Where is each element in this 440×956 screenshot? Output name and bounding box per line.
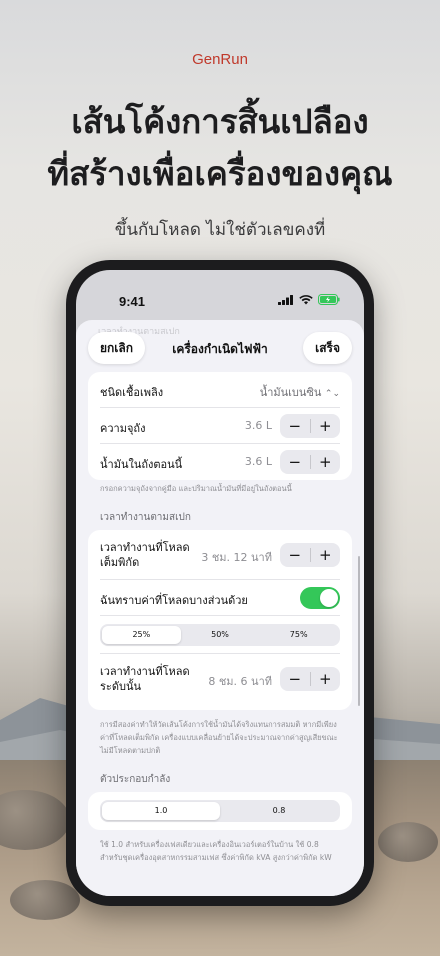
signal-icon	[278, 294, 293, 305]
headline-line-2: ที่สร้างเพื่อเครื่องของคุณ	[47, 154, 393, 193]
scrollbar[interactable]	[358, 556, 360, 706]
sheet-navbar: ยกเลิก เครื่องกำเนิดไฟฟ้า เสร็จ	[76, 320, 364, 376]
power-factor-card: 1.0 0.8	[88, 792, 352, 830]
full-load-label-line-1: เวลาทำงานที่โหลด	[100, 541, 190, 554]
level-runtime-stepper[interactable]: − +	[280, 667, 340, 691]
fuel-type-value-text: น้ำมันเบนซิน	[259, 386, 322, 399]
full-load-row: เวลาทำงานที่โหลด เต็มพิกัด 3 ชม. 12 นาที…	[100, 530, 340, 580]
settings-sheet: เวลาทำงานตามสเปก ยกเลิก เครื่องกำเนิดไฟฟ…	[76, 320, 364, 896]
load-level-row: 25% 50% 75%	[100, 616, 340, 654]
full-load-label-line-2: เต็มพิกัด	[100, 556, 140, 569]
fuel-card: ชนิดเชื้อเพลิง น้ำมันเบนซิน ⌃⌄ ความจุถัง…	[88, 372, 352, 480]
background-rock	[10, 880, 80, 920]
minus-icon[interactable]: −	[280, 450, 310, 474]
tank-now-label: น้ำมันในถังตอนนี้	[100, 458, 183, 471]
fuel-footnote: กรอกความจุถังจากคู่มือ และปริมาณน้ำมันที…	[100, 484, 292, 493]
load-option-75[interactable]: 75%	[259, 626, 338, 644]
runtime-footnote: การมีสองค่าทำให้วัดเส้นโค้งการใช้น้ำมันไ…	[100, 720, 338, 755]
partial-load-toggle-label: ฉันทราบค่าที่โหลดบางส่วนด้วย	[100, 594, 248, 607]
tank-now-stepper[interactable]: − +	[280, 450, 340, 474]
level-runtime-label-line-2: ระดับนั้น	[100, 680, 141, 693]
pf-option-1-0[interactable]: 1.0	[102, 802, 220, 820]
background-rock	[378, 822, 438, 862]
subheadline: ขึ้นกับโหลด ไม่ใช่ตัวเลขคงที่	[114, 220, 326, 240]
pf-option-0-8[interactable]: 0.8	[220, 802, 338, 820]
power-factor-section-header: ตัวประกอบกำลัง	[100, 774, 171, 785]
phone-screen: 9:41 เวลาทำงานตามสเปก ยกเลิก เครื่องกำเน…	[76, 270, 364, 896]
status-icons	[278, 294, 340, 305]
tank-now-row: น้ำมันในถังตอนนี้ 3.6 L − +	[100, 444, 340, 480]
partial-load-toggle-row: ฉันทราบค่าที่โหลดบางส่วนด้วย	[100, 580, 340, 616]
full-load-label: เวลาทำงานที่โหลด เต็มพิกัด	[100, 540, 190, 570]
wifi-icon	[299, 294, 313, 304]
power-factor-footnote: ใช้ 1.0 สำหรับเครื่องเฟสเดียวและเครื่องอ…	[100, 840, 332, 862]
level-runtime-label: เวลาทำงานที่โหลด ระดับนั้น	[100, 664, 190, 694]
toggle-knob	[320, 589, 338, 607]
capacity-value: 3.6 L	[244, 419, 272, 432]
partial-load-toggle[interactable]	[300, 587, 340, 609]
runtime-section-header: เวลาทำงานตามสเปก	[100, 512, 191, 523]
load-level-segmented-control: 25% 50% 75%	[100, 624, 340, 646]
load-option-50[interactable]: 50%	[181, 626, 260, 644]
level-runtime-row: เวลาทำงานที่โหลด ระดับนั้น 8 ชม. 6 นาที …	[100, 654, 340, 704]
done-button[interactable]: เสร็จ	[303, 332, 352, 364]
load-option-25[interactable]: 25%	[102, 626, 181, 644]
fuel-type-value[interactable]: น้ำมันเบนซิน ⌃⌄	[260, 383, 340, 401]
phone-frame: 9:41 เวลาทำงานตามสเปก ยกเลิก เครื่องกำเน…	[66, 260, 374, 906]
chevron-updown-icon: ⌃⌄	[324, 389, 340, 399]
plus-icon[interactable]: +	[311, 414, 341, 438]
plus-icon[interactable]: +	[311, 543, 341, 567]
tank-now-value: 3.6 L	[244, 455, 272, 468]
fuel-type-row[interactable]: ชนิดเชื้อเพลิง น้ำมันเบนซิน ⌃⌄	[100, 372, 340, 408]
capacity-row: ความจุถัง 3.6 L − +	[100, 408, 340, 444]
battery-icon	[318, 294, 340, 305]
runtime-card: เวลาทำงานที่โหลด เต็มพิกัด 3 ชม. 12 นาที…	[88, 530, 352, 710]
headline-line-1: เส้นโค้งการสิ้นเปลือง	[71, 102, 369, 141]
level-runtime-label-line-1: เวลาทำงานที่โหลด	[100, 665, 190, 678]
fuel-type-label: ชนิดเชื้อเพลิง	[100, 386, 164, 399]
headline: เส้นโค้งการสิ้นเปลือง ที่สร้างเพื่อเครื่…	[0, 96, 440, 200]
capacity-label: ความจุถัง	[100, 422, 146, 435]
capacity-stepper[interactable]: − +	[280, 414, 340, 438]
minus-icon[interactable]: −	[280, 414, 310, 438]
status-bar: 9:41	[76, 270, 364, 318]
plus-icon[interactable]: +	[311, 450, 341, 474]
full-load-value: 3 ชม. 12 นาที	[201, 551, 272, 564]
status-time: 9:41	[119, 294, 146, 309]
level-runtime-value: 8 ชม. 6 นาที	[208, 675, 272, 688]
full-load-stepper[interactable]: − +	[280, 543, 340, 567]
power-factor-segmented-control: 1.0 0.8	[100, 800, 340, 822]
minus-icon[interactable]: −	[280, 667, 310, 691]
brand-name: GenRun	[192, 51, 248, 68]
minus-icon[interactable]: −	[280, 543, 310, 567]
plus-icon[interactable]: +	[311, 667, 341, 691]
